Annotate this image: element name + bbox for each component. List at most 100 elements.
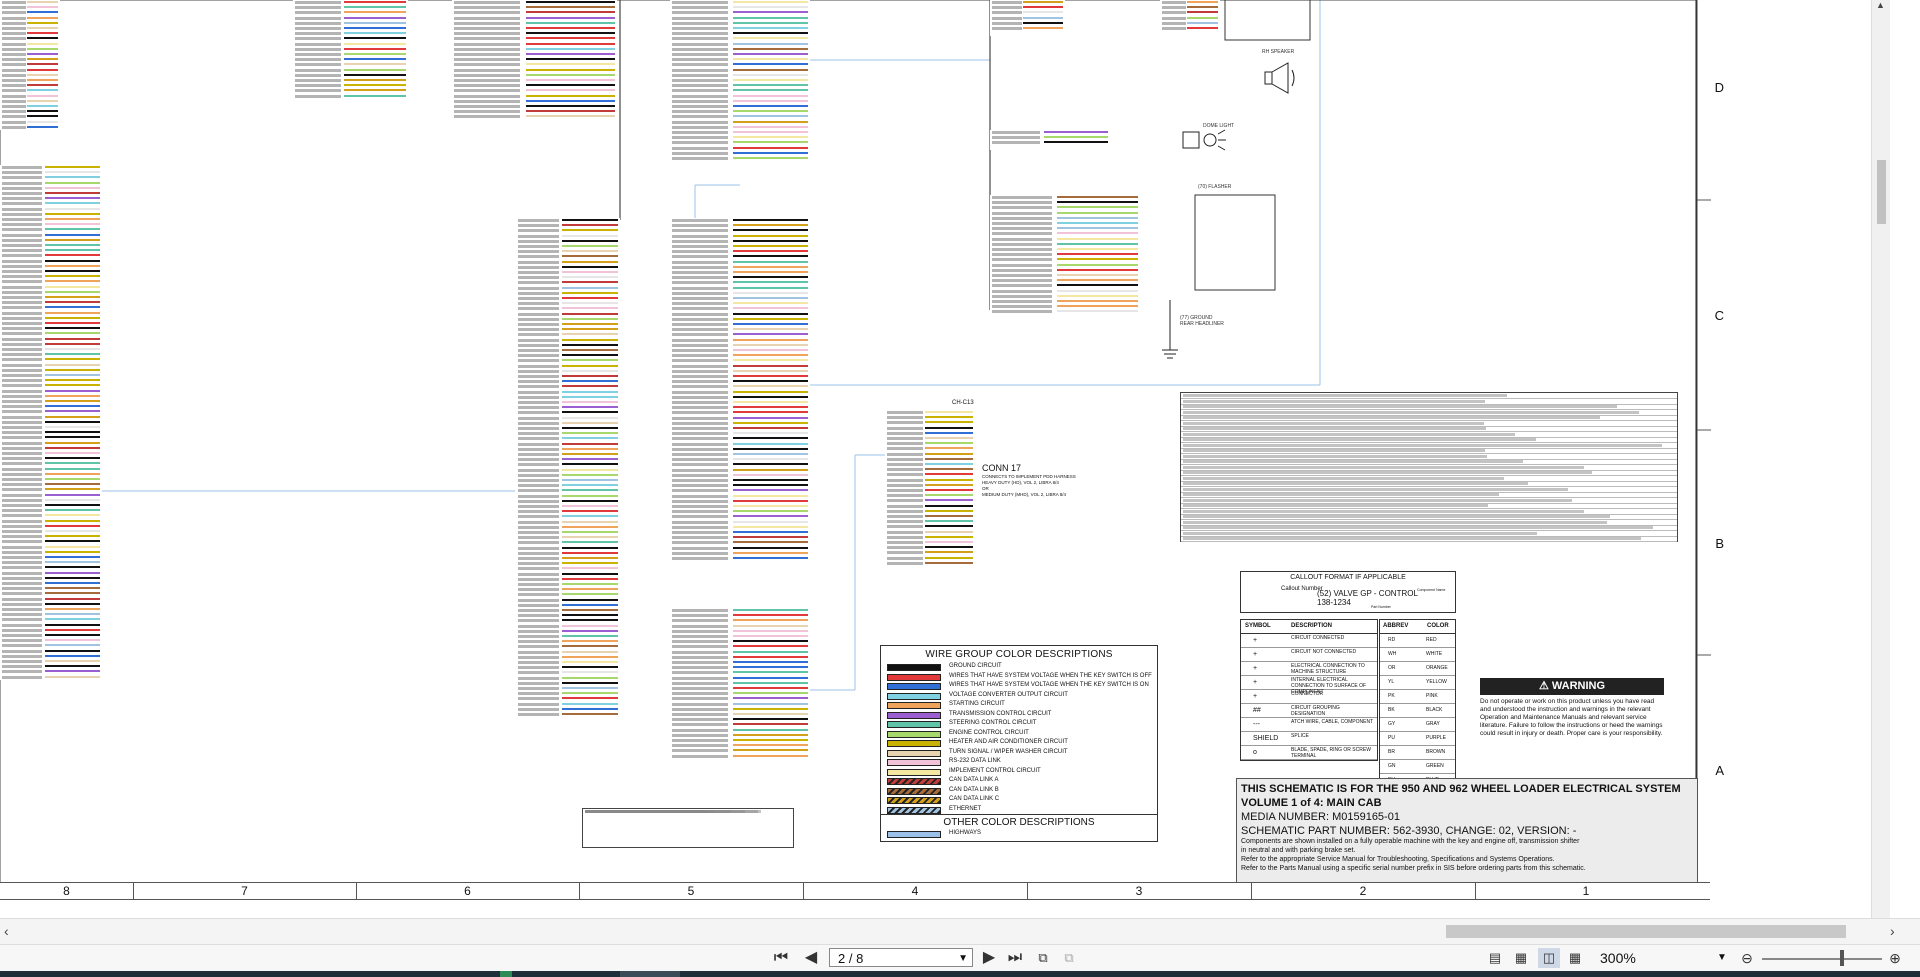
vertical-scrollbar[interactable]: ▲ [1871, 0, 1890, 918]
wire-line [526, 16, 615, 19]
wire-label-mark [672, 47, 728, 51]
wire-line [526, 11, 615, 14]
wire-label-mark [518, 557, 559, 560]
facing-view-icon[interactable]: ◫ [1538, 948, 1560, 968]
horizontal-scroll-thumb[interactable] [1446, 925, 1846, 938]
ground-symbol [1162, 300, 1178, 359]
document-viewport[interactable]: RH SPEAKER DOME LIGHT (70) FLASHER (77) … [0, 0, 1890, 918]
wire-label-mark [518, 614, 559, 618]
wire-label-mark [518, 567, 559, 571]
legend-swatch [887, 683, 941, 690]
wire-line [733, 6, 808, 9]
wire-label-mark [992, 21, 1022, 25]
title-note: Components are shown installed on a full… [1241, 838, 1580, 845]
wire-line [925, 416, 973, 419]
continuous-view-icon[interactable]: ▦ [1510, 948, 1532, 968]
wire-label-mark [672, 271, 728, 274]
wire-line [733, 557, 808, 559]
next-page-icon[interactable]: ▶ [978, 948, 1000, 968]
abbrev-code: PK [1388, 693, 1395, 699]
wire-line [526, 99, 615, 102]
wire-line [733, 131, 808, 133]
wire-line [733, 687, 808, 689]
single-page-view-icon[interactable]: ▤ [1484, 948, 1506, 968]
wire-line [733, 385, 808, 388]
wire-line [45, 592, 100, 595]
wire-label-mark [518, 635, 559, 638]
wire-label-mark [2, 608, 42, 611]
wire-label-mark [672, 510, 728, 514]
zoom-out-icon[interactable]: ⊖ [1736, 948, 1758, 968]
wire-line [925, 473, 973, 476]
wire-label-mark [518, 349, 559, 352]
abbrev-row: YL YELLOW [1380, 676, 1455, 690]
taskbar-item[interactable] [620, 971, 680, 977]
page-selector[interactable]: 2 / 8 ▼ [829, 948, 973, 967]
legend-row: WIRES THAT HAVE SYSTEM VOLTAGE WHEN THE … [885, 672, 1153, 681]
wire-label-mark [518, 499, 559, 503]
wire-label-mark [672, 297, 728, 300]
wire-label-mark [518, 463, 559, 467]
zoom-slider-thumb[interactable] [1840, 950, 1844, 966]
previous-page-icon[interactable]: ◀ [800, 948, 822, 968]
next-view-icon[interactable]: ⧉ [1058, 948, 1080, 968]
scroll-up-arrow-icon[interactable]: ▲ [1876, 0, 1885, 10]
wire-label-mark [672, 479, 728, 482]
continuous-facing-view-icon[interactable]: ▦ [1564, 948, 1586, 968]
zoom-dropdown-icon[interactable]: ▼ [1717, 948, 1727, 968]
last-page-icon[interactable]: ⏭ [1004, 948, 1026, 968]
previous-view-icon[interactable]: ⧉ [1032, 948, 1054, 968]
wire-label-mark [454, 84, 520, 88]
warning-header: ⚠ WARNING [1480, 678, 1664, 695]
wire-line [733, 645, 808, 648]
wire-line [733, 89, 808, 92]
wire-label-mark [887, 499, 923, 503]
conn17-notes: CONNECTS TO IMPLEMENT PDD HARNESS HEAVY … [982, 474, 1076, 498]
wire-label-mark [454, 63, 520, 67]
first-page-icon[interactable]: ⏮ [770, 948, 792, 968]
legend-swatch [887, 787, 941, 795]
wire-label-mark [672, 328, 728, 332]
abbrev-row: PU PURPLE [1380, 732, 1455, 746]
zoom-level[interactable]: 300% [1600, 948, 1670, 968]
wire-line [733, 666, 808, 669]
horizontal-scrollbar[interactable]: ‹ › [0, 918, 1920, 945]
wire-line [733, 411, 808, 414]
legend-swatch [887, 831, 941, 838]
symbol-glyph: + [1253, 665, 1258, 672]
vertical-scroll-thumb[interactable] [1877, 160, 1886, 224]
wire-line [733, 505, 808, 507]
legend-swatch [887, 673, 941, 681]
grid-col-label: 4 [803, 883, 1028, 899]
wire-line [925, 421, 973, 424]
wire-label-mark [2, 368, 42, 372]
wire-line [45, 233, 100, 236]
wire-label-mark [518, 588, 559, 592]
wire-line [1187, 11, 1218, 14]
wire-label-mark [2, 6, 26, 10]
scroll-right-arrow-icon[interactable]: › [1890, 923, 1895, 939]
wire-label-mark [992, 227, 1052, 231]
wire-label-mark [2, 592, 42, 596]
wire-label-mark [2, 42, 26, 46]
wire-line [45, 654, 100, 657]
zoom-slider[interactable] [1762, 958, 1882, 960]
wire-label-mark [992, 294, 1052, 298]
wire-line [562, 229, 618, 232]
wire-line [45, 628, 100, 631]
wire-label-mark [887, 442, 923, 446]
wire-label-mark [295, 42, 341, 46]
wire-line [45, 363, 100, 366]
wire-label-mark [518, 421, 559, 425]
wire-label-mark [672, 343, 728, 347]
wire-label-mark [672, 728, 728, 732]
taskbar-item[interactable] [500, 971, 512, 977]
wire-label-mark [518, 489, 559, 493]
wire-label-mark [672, 385, 728, 389]
callout-part-number: 138-1234 [1317, 598, 1351, 607]
wire-line [733, 94, 808, 97]
wire-label-mark [518, 702, 559, 706]
wire-line [344, 89, 406, 92]
scroll-left-arrow-icon[interactable]: ‹ [4, 923, 9, 939]
zoom-in-icon[interactable]: ⊕ [1884, 948, 1906, 968]
